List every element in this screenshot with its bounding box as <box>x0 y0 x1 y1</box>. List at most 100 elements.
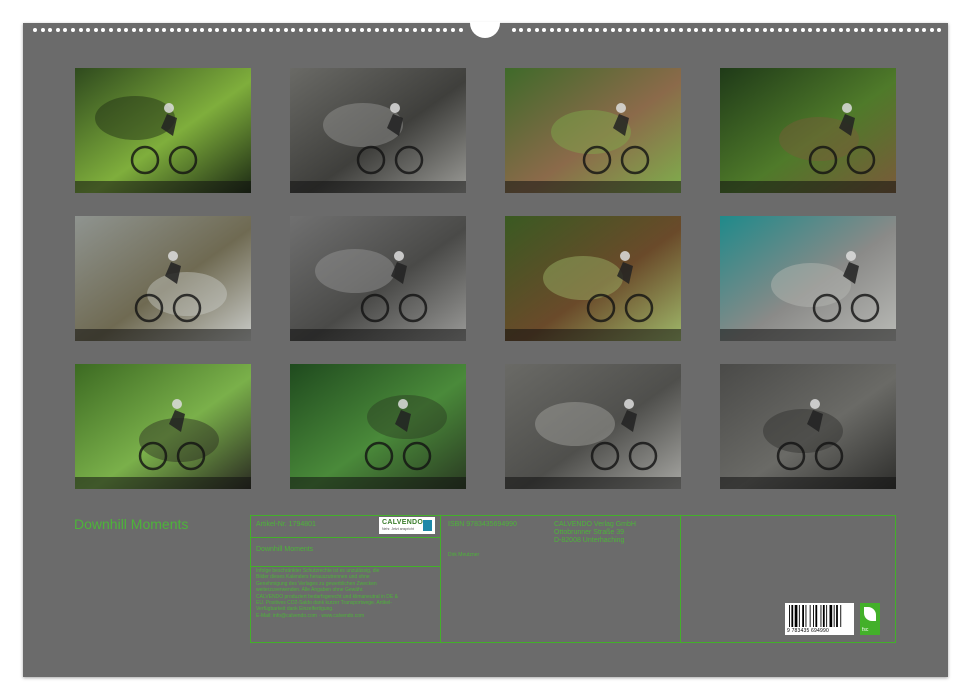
binding-hole <box>777 28 782 32</box>
photo-aug <box>720 216 896 341</box>
binding-hole <box>93 28 98 32</box>
binding-hole <box>337 28 341 32</box>
binding-hole <box>595 28 600 32</box>
binding-hole <box>78 28 83 32</box>
hanger-notch <box>470 22 500 38</box>
barcode-bar <box>829 605 833 627</box>
binding-hole <box>329 28 334 32</box>
binding-hole <box>63 28 68 32</box>
binding-hole <box>625 28 630 32</box>
logo-text: CALVENDO <box>382 519 424 526</box>
binding-hole <box>245 28 250 32</box>
binding-hole <box>671 28 676 32</box>
barcode-bar <box>826 605 828 627</box>
barcode-bar <box>798 605 800 627</box>
binding-hole <box>641 28 645 32</box>
binding-hole <box>40 28 45 32</box>
binding-hole <box>428 28 433 32</box>
barcode-bar <box>815 605 818 627</box>
binding-hole <box>831 28 835 32</box>
binding-hole <box>739 28 744 32</box>
binding-hole <box>610 28 615 32</box>
binding-hole <box>800 28 805 32</box>
binding-hole <box>375 28 379 32</box>
binding-hole <box>253 28 258 32</box>
binding-hole <box>861 28 866 32</box>
leaf-icon <box>864 607 876 621</box>
binding-hole <box>732 28 737 32</box>
binding-hole <box>580 28 585 32</box>
binding-hole <box>215 28 220 32</box>
binding-hole <box>413 28 417 32</box>
photo-may <box>75 216 251 341</box>
binding-hole <box>131 28 136 32</box>
binding-hole <box>808 28 813 32</box>
barcode-bar <box>836 605 838 627</box>
binding-hole <box>147 28 151 32</box>
binding-hole <box>390 28 395 32</box>
barcode-number: 9 783435 694990 <box>787 628 829 634</box>
publisher-line: Ottobrunner Straße 39 <box>554 529 625 536</box>
binding-hole <box>709 28 714 32</box>
binding-hole <box>656 28 661 32</box>
binding-hole <box>169 28 174 32</box>
binding-hole <box>519 28 524 32</box>
binding-hole <box>603 28 607 32</box>
binding-hole <box>527 28 531 32</box>
binding-hole <box>648 28 653 32</box>
photo-apr <box>720 68 896 193</box>
photo-nov <box>505 364 681 489</box>
binding-hole <box>557 28 562 32</box>
binding-hole <box>344 28 349 32</box>
photo-sep <box>75 364 251 489</box>
binding-hole <box>124 28 129 32</box>
binding-hole <box>701 28 706 32</box>
divider <box>251 566 440 567</box>
binding-hole <box>86 28 91 32</box>
binding-hole <box>154 28 159 32</box>
barcode-bar <box>813 605 814 627</box>
divider <box>440 516 441 642</box>
binding-hole <box>846 28 851 32</box>
binding-hole <box>724 28 729 32</box>
binding-hole <box>443 28 448 32</box>
photo-mar <box>505 68 681 193</box>
binding-hole <box>511 28 516 32</box>
publisher-line: CALVENDO Verlag GmbH <box>554 521 636 528</box>
barcode-bar <box>820 605 822 627</box>
binding-hole <box>48 28 53 32</box>
binding-hole <box>899 28 904 32</box>
photo-oct <box>290 364 466 489</box>
binding-hole <box>321 28 326 32</box>
calendar-back-page: Downhill Moments Artikel-Nr. 1794801 CAL… <box>23 22 948 677</box>
binding-hole <box>458 28 463 32</box>
binding-hole <box>33 28 37 32</box>
binding-hole <box>291 28 296 32</box>
binding-hole <box>785 28 790 32</box>
binding-hole <box>565 28 569 32</box>
article-number: Artikel-Nr. 1794801 <box>256 521 316 528</box>
binding-hole <box>382 28 387 32</box>
binding-hole <box>747 28 752 32</box>
binding-hole <box>139 28 144 32</box>
binding-hole <box>876 28 881 32</box>
binding-hole <box>884 28 889 32</box>
barcode: 9 783435 694990 <box>785 603 854 635</box>
binding-hole <box>101 28 106 32</box>
binding-hole <box>420 28 425 32</box>
binding-hole <box>572 28 577 32</box>
fsc-logo: fsc <box>860 603 880 635</box>
binding-hole <box>276 28 281 32</box>
publisher-line: D-82008 Unterhaching <box>554 537 625 544</box>
divider <box>251 537 440 538</box>
binding-hole <box>230 28 235 32</box>
binding-hole <box>162 28 167 32</box>
barcode-bar <box>794 605 798 627</box>
binding-hole <box>283 28 288 32</box>
binding-hole <box>549 28 554 32</box>
binding-hole <box>922 28 927 32</box>
barcode-bar <box>805 605 807 627</box>
binding-hole <box>534 28 539 32</box>
binding-hole <box>192 28 197 32</box>
logo-subtext: Nehr. Jetzt anspricht <box>382 527 414 531</box>
